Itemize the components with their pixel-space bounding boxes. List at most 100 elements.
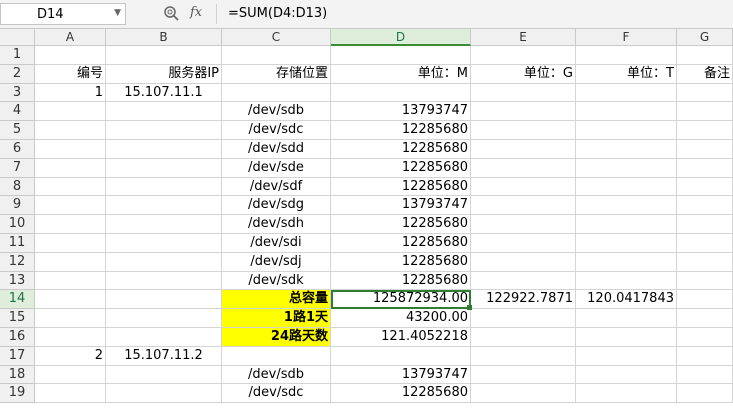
cell-e7[interactable] [471,158,576,178]
cell-d16[interactable]: 121.4052218 [331,328,471,347]
cell-b6[interactable] [106,140,222,159]
cell-f16[interactable] [576,328,677,347]
cell-d11[interactable]: 12285680 [331,234,471,253]
cell-d5[interactable]: 12285680 [331,121,471,140]
cell-e16[interactable] [471,328,576,347]
cell-a5[interactable] [35,121,106,140]
column-header-f[interactable]: F [576,29,677,46]
cell-a17[interactable]: 2 [35,346,106,366]
cell-e15[interactable] [471,309,576,328]
cell-f9[interactable] [576,196,677,216]
cell-e9[interactable] [471,196,576,216]
cell-d15[interactable]: 43200.00 [331,309,471,328]
cell-e12[interactable] [471,252,576,272]
cell-c5[interactable]: /dev/sdc [222,121,331,140]
row-header-15[interactable]: 15 [0,309,35,328]
cell-c19[interactable]: /dev/sdc [222,384,331,404]
column-header-c[interactable]: C [222,29,331,46]
cell-f5[interactable] [576,121,677,140]
row-header-11[interactable]: 11 [0,234,35,253]
cell-e5[interactable] [471,121,576,140]
cell-c11[interactable]: /dev/sdi [222,234,331,253]
cell-g11[interactable] [677,234,733,253]
row-header-17[interactable]: 17 [0,346,35,366]
formula-input[interactable]: =SUM(D4:D13) [228,6,327,21]
spreadsheet-grid[interactable]: A B C D E F G 1 2 编号 服务器IP 存储位置 单位：M 单位：G 单位：T 备注 3 1 15.1… [0,29,733,412]
cell-c15[interactable]: 1路1天 [222,309,331,328]
cell-d17[interactable] [331,346,471,366]
cell-b14[interactable] [106,290,222,310]
row-header-13[interactable]: 13 [0,271,35,291]
row-header-14[interactable]: 14 [0,290,35,310]
cell-d19[interactable]: 12285680 [331,384,471,404]
cell-d12[interactable]: 12285680 [331,252,471,272]
cell-b1[interactable] [106,46,222,65]
cell-d1[interactable] [331,46,471,65]
cell-d14[interactable]: 125872934.00 [331,290,471,310]
row-header-19[interactable]: 19 [0,384,35,404]
cell-f17[interactable] [576,346,677,366]
cell-b19[interactable] [106,384,222,404]
cell-a1[interactable] [35,46,106,65]
row-header-9[interactable]: 9 [0,196,35,216]
cell-a3[interactable]: 1 [35,83,106,103]
cell-c18[interactable]: /dev/sdb [222,365,331,385]
cell-g8[interactable] [677,177,733,197]
row-header-1[interactable]: 1 [0,46,35,65]
cell-f4[interactable] [576,102,677,122]
cell-c13[interactable]: /dev/sdk [222,271,331,291]
cell-f10[interactable] [576,215,677,234]
row-header-5[interactable]: 5 [0,121,35,140]
column-header-g[interactable]: G [677,29,733,46]
cell-e6[interactable] [471,140,576,159]
cell-e17[interactable] [471,346,576,366]
cell-g13[interactable] [677,271,733,291]
cell-a13[interactable] [35,271,106,291]
cell-f15[interactable] [576,309,677,328]
cell-g15[interactable] [677,309,733,328]
cell-g18[interactable] [677,365,733,385]
fill-handle[interactable] [467,305,472,311]
cell-b18[interactable] [106,365,222,385]
cell-g14[interactable] [677,290,733,310]
row-header-16[interactable]: 16 [0,328,35,347]
cell-c12[interactable]: /dev/sdj [222,252,331,272]
cell-g4[interactable] [677,102,733,122]
cell-c10[interactable]: /dev/sdh [222,215,331,234]
cell-f11[interactable] [576,234,677,253]
row-header-6[interactable]: 6 [0,140,35,159]
cell-b17[interactable]: 15.107.11.2 [106,346,222,366]
cell-f13[interactable] [576,271,677,291]
cell-g5[interactable] [677,121,733,140]
cell-g12[interactable] [677,252,733,272]
cell-e3[interactable] [471,83,576,103]
cell-c3[interactable] [222,83,331,103]
row-header-18[interactable]: 18 [0,365,35,385]
cell-d4[interactable]: 13793747 [331,102,471,122]
chevron-down-icon[interactable]: ▼ [114,8,121,18]
cell-c6[interactable]: /dev/sdd [222,140,331,159]
cell-f19[interactable] [576,384,677,404]
cell-g7[interactable] [677,158,733,178]
row-header-7[interactable]: 7 [0,158,35,178]
row-header-3[interactable]: 3 [0,83,35,103]
cell-e10[interactable] [471,215,576,234]
cell-b5[interactable] [106,121,222,140]
column-header-d[interactable]: D [331,29,471,46]
cell-e19[interactable] [471,384,576,404]
row-header-8[interactable]: 8 [0,177,35,197]
cell-c4[interactable]: /dev/sdb [222,102,331,122]
cell-b10[interactable] [106,215,222,234]
cell-a19[interactable] [35,384,106,404]
cell-b16[interactable] [106,328,222,347]
cell-e4[interactable] [471,102,576,122]
cell-d8[interactable]: 12285680 [331,177,471,197]
zoom-icon[interactable] [163,5,179,21]
cell-f7[interactable] [576,158,677,178]
cell-g9[interactable] [677,196,733,216]
cell-b15[interactable] [106,309,222,328]
cell-a16[interactable] [35,328,106,347]
cell-d13[interactable]: 12285680 [331,271,471,291]
cell-d6[interactable]: 12285680 [331,140,471,159]
cell-b8[interactable] [106,177,222,197]
